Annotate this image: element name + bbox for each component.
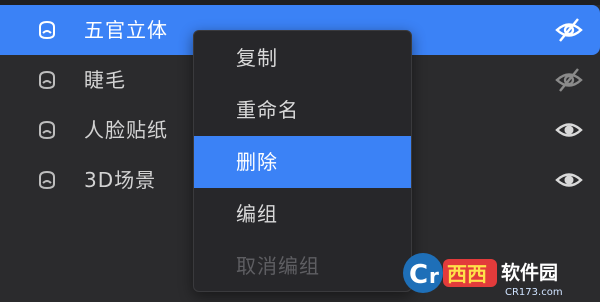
layer-label: 睫毛 — [84, 68, 126, 92]
eye-icon[interactable] — [554, 116, 584, 144]
svg-text:r: r — [429, 264, 439, 288]
menu-item-group[interactable]: 编组 — [194, 188, 411, 240]
svg-text:CR173.com: CR173.com — [505, 287, 563, 298]
menu-item-rename[interactable]: 重命名 — [194, 84, 411, 136]
layer-label: 人脸贴纸 — [84, 118, 168, 142]
eye-off-icon[interactable] — [554, 66, 584, 94]
face-layer-icon — [39, 120, 55, 140]
watermark-logo: C r 西西 软件园 CR173.com — [403, 253, 563, 298]
menu-item-copy[interactable]: 复制 — [194, 32, 411, 84]
eye-off-icon[interactable] — [554, 16, 584, 44]
layer-label: 五官立体 — [84, 18, 168, 42]
svg-text:西西: 西西 — [447, 262, 487, 286]
layer-label: 3D场景 — [84, 168, 157, 192]
face-layer-icon — [39, 170, 55, 190]
menu-item-ungroup: 取消编组 — [236, 254, 320, 278]
context-menu: 复制 重命名 删除 编组 取消编组 — [193, 30, 412, 292]
svg-text:C: C — [409, 260, 428, 290]
face-layer-icon — [39, 70, 55, 90]
eye-icon[interactable] — [554, 166, 584, 194]
menu-item-delete[interactable]: 删除 — [194, 136, 411, 188]
svg-text:软件园: 软件园 — [501, 261, 558, 284]
face-layer-icon — [39, 20, 55, 40]
